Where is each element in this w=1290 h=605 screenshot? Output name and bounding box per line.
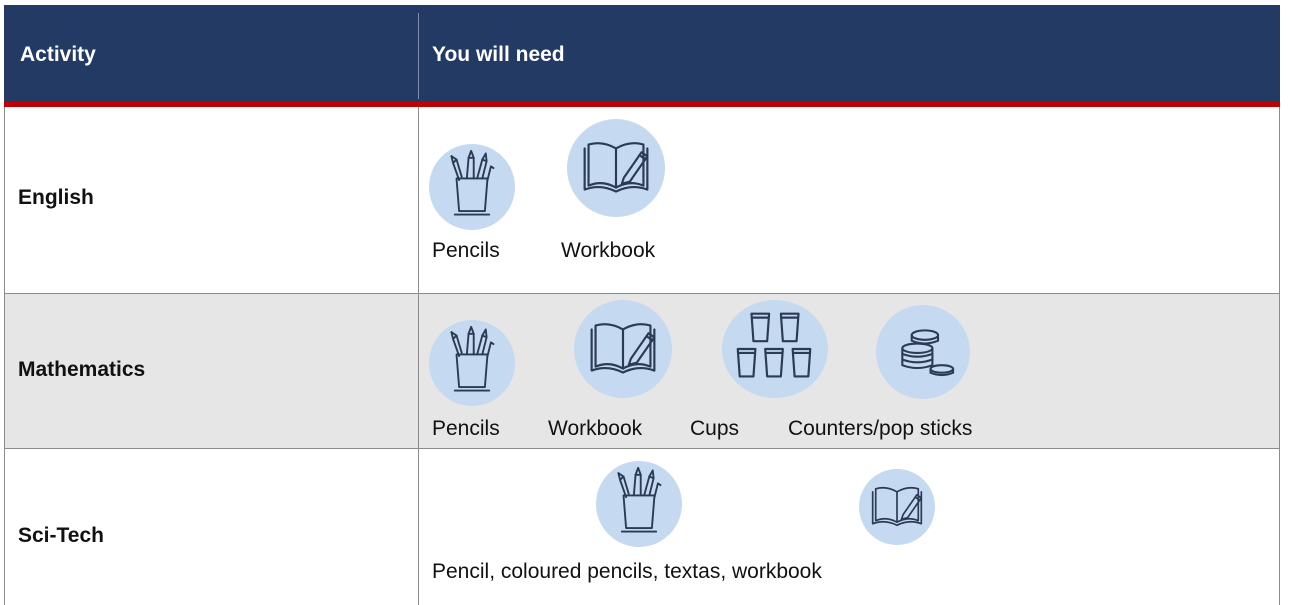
- row-border: [4, 449, 5, 605]
- row-border: [1279, 107, 1280, 293]
- subject-label: Sci-Tech: [18, 524, 104, 547]
- workbook-icon: [567, 119, 665, 217]
- pencil-cup-icon: [429, 320, 515, 406]
- row-border: [1279, 449, 1280, 605]
- item-label: Pencils: [432, 417, 500, 440]
- item-label: Counters/pop sticks: [788, 417, 973, 440]
- table-row-sci-tech: Sci-Tech Pencil, coloured pencils, texta…: [4, 449, 1280, 605]
- table-row-mathematics: Mathematics Pencils Workbook Cups Counte…: [4, 294, 1280, 449]
- table-row-english: English Pencils Workbook: [4, 107, 1280, 294]
- column-divider: [418, 449, 419, 605]
- item-caption: Pencil, coloured pencils, textas, workbo…: [432, 560, 822, 583]
- column-divider: [418, 294, 419, 448]
- table-header: Activity You will need: [4, 5, 1280, 101]
- workbook-icon: [574, 300, 672, 398]
- item-label: Workbook: [561, 239, 656, 262]
- item-label: Pencils: [432, 239, 500, 262]
- row-border: [4, 294, 5, 448]
- workbook-icon: [859, 469, 935, 545]
- row-border: [4, 107, 5, 293]
- subject-label: English: [18, 186, 94, 209]
- header-you-will-need: You will need: [432, 43, 565, 66]
- pencil-cup-icon: [596, 461, 682, 547]
- item-label: Cups: [690, 417, 740, 440]
- item-label: Workbook: [548, 417, 643, 440]
- header-activity: Activity: [20, 43, 96, 66]
- cups-icon: [722, 300, 828, 398]
- counters-icon: [876, 305, 970, 399]
- subject-label: Mathematics: [18, 358, 146, 381]
- supplies-table: Activity You will need English Pencils W…: [4, 5, 1280, 605]
- column-divider: [418, 107, 419, 293]
- row-border: [1279, 294, 1280, 448]
- pencil-cup-icon: [429, 144, 515, 230]
- header-divider: [418, 13, 419, 99]
